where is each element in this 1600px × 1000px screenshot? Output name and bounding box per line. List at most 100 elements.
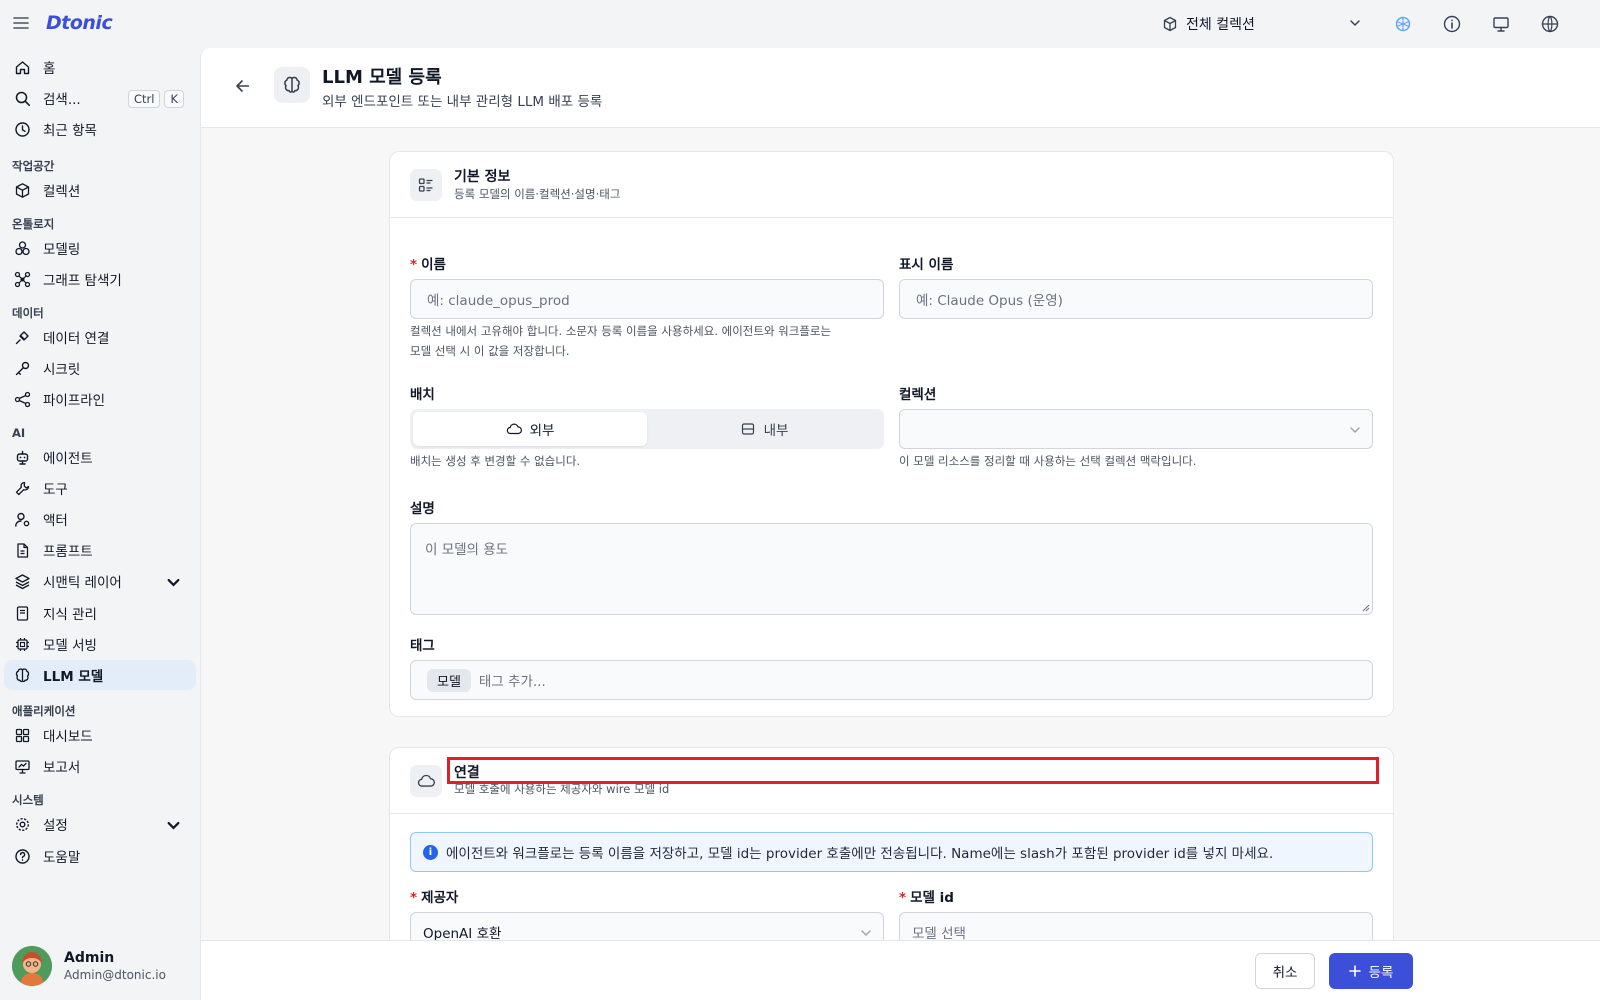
info-banner-text: 에이전트와 워크플로는 등록 이름을 저장하고, 모델 id는 provider…: [446, 846, 1274, 862]
sidebar-item-label: 검색...: [43, 92, 81, 108]
sidebar-item-label: 시크릿: [43, 362, 81, 378]
sidebar-item-graph-explorer[interactable]: 그래프 탐색기: [4, 264, 196, 294]
main-content: LLM 모델 등록 외부 엔드포인트 또는 내부 관리형 LLM 배포 등록 기…: [200, 48, 1600, 1000]
sidebar-item-tools[interactable]: 도구: [4, 473, 196, 503]
info-icon: i: [423, 844, 438, 860]
cube-icon: [1163, 16, 1177, 32]
shortcut-key-k: K: [164, 90, 185, 108]
sidebar-item-label: LLM 모델: [43, 669, 104, 685]
sidebar-item-label: 그래프 탐색기: [43, 273, 122, 289]
deployment-toggle: 외부 내부: [410, 409, 884, 449]
sidebar-item-label: 대시보드: [43, 729, 93, 745]
section-ontology: 온톨로지: [12, 217, 55, 231]
sidebar-item-label: 홈: [43, 61, 56, 77]
collection-select[interactable]: [899, 409, 1373, 449]
sidebar-item-dashboard[interactable]: 대시보드: [4, 720, 196, 750]
resize-handle-icon[interactable]: [1361, 603, 1370, 612]
sidebar-item-recent[interactable]: 최근 항목: [4, 114, 196, 144]
deployment-help: 배치는 생성 후 변경할 수 없습니다.: [410, 454, 581, 468]
name-label: * 이름: [410, 257, 446, 273]
document-icon: [17, 542, 29, 558]
arrow-left-icon[interactable]: [233, 76, 253, 96]
description-textarea[interactable]: 이 모델의 용도: [410, 523, 1373, 615]
sidebar-item-report[interactable]: 보고서: [4, 751, 196, 781]
sidebar-item-model-serving[interactable]: 모델 서빙: [4, 629, 196, 659]
shortcut-key-ctrl: Ctrl: [128, 90, 161, 108]
top-bar: Dtonic 전체 컬렉션: [0, 0, 1600, 48]
card-subtitle: 등록 모델의 이름·컬렉션·설명·태그: [454, 187, 621, 201]
user-email: Admin@dtonic.io: [64, 968, 166, 982]
sidebar-item-label: 설정: [43, 818, 68, 834]
model-id-label: * 모델 id: [899, 890, 954, 906]
form-footer: 취소 등록: [201, 940, 1600, 1000]
header-brain-icon: [274, 67, 310, 103]
cancel-button[interactable]: 취소: [1255, 953, 1315, 989]
section-workspace: 작업공간: [12, 159, 55, 173]
sidebar-item-home[interactable]: 홈: [4, 52, 196, 82]
submit-button[interactable]: 등록: [1329, 953, 1413, 989]
user-profile[interactable]: Admin Admin@dtonic.io: [12, 946, 166, 986]
collection-selector-label: 전체 컬렉션: [1186, 17, 1255, 33]
chevron-down-icon: [861, 930, 871, 936]
sidebar-item-knowledge[interactable]: 지식 관리: [4, 598, 196, 628]
sidebar-item-label: 지식 관리: [43, 607, 97, 623]
book-icon: [16, 605, 29, 621]
sidebar-item-agent[interactable]: 에이전트: [4, 442, 196, 472]
llm-brain-icon[interactable]: [1393, 14, 1413, 34]
menu-icon[interactable]: [12, 14, 30, 32]
chip-icon: [16, 637, 29, 651]
deployment-label: 배치: [410, 387, 435, 403]
name-input[interactable]: 예: claude_opus_prod: [410, 279, 884, 319]
avatar: [12, 946, 52, 986]
form-list-icon: [410, 169, 442, 201]
avatar-illustration: [12, 946, 52, 986]
sidebar-item-prompt[interactable]: 프롬프트: [4, 535, 196, 565]
graph-icon: [14, 271, 31, 287]
sidebar-item-collections[interactable]: 컬렉션: [4, 175, 196, 205]
tag-chip[interactable]: 모델: [427, 668, 471, 692]
section-ai: AI: [12, 426, 26, 440]
tags-input[interactable]: 모델 태그 추가...: [410, 660, 1373, 700]
provider-label: * 제공자: [410, 890, 459, 906]
monitor-icon[interactable]: [1491, 14, 1511, 34]
info-icon[interactable]: [1442, 14, 1462, 34]
deployment-external-option[interactable]: 외부: [413, 412, 647, 446]
cube-icon: [15, 182, 30, 198]
tags-label: 태그: [410, 638, 435, 654]
section-data: 데이터: [12, 306, 44, 320]
sidebar-item-llm-models[interactable]: LLM 모델: [4, 660, 196, 690]
sidebar: 홈 검색... Ctrl K 최근 항목 작업공간 컬렉션 온톨로지 모델링 그…: [0, 48, 200, 1000]
layers-icon: [15, 573, 30, 589]
info-banner: i 에이전트와 워크플로는 등록 이름을 저장하고, 모델 id는 provid…: [410, 832, 1373, 872]
sidebar-item-data-connection[interactable]: 데이터 연결: [4, 322, 196, 352]
circles-icon: [15, 240, 30, 255]
collection-selector[interactable]: 전체 컬렉션: [1162, 10, 1362, 38]
highlight-box: [447, 757, 1379, 784]
plug-icon: [15, 330, 29, 344]
sidebar-item-pipeline[interactable]: 파이프라인: [4, 384, 196, 414]
sidebar-item-label: 파이프라인: [43, 393, 106, 409]
question-circle-icon: [15, 848, 30, 864]
display-name-label: 표시 이름: [899, 257, 954, 273]
sidebar-item-settings[interactable]: 설정: [4, 809, 196, 839]
sidebar-item-actor[interactable]: 액터: [4, 504, 196, 534]
sidebar-item-semantic-layer[interactable]: 시맨틱 레이어: [4, 566, 196, 596]
globe-icon[interactable]: [1540, 14, 1560, 34]
cloud-icon: [506, 423, 522, 435]
sidebar-item-label: 모델 서빙: [43, 638, 97, 654]
plus-icon: [1348, 965, 1361, 977]
sidebar-item-label: 최근 항목: [43, 123, 97, 139]
display-name-input[interactable]: 예: Claude Opus (운영): [899, 279, 1373, 319]
share-nodes-icon: [14, 391, 31, 407]
sidebar-item-help[interactable]: 도움말: [4, 841, 196, 871]
sidebar-item-secrets[interactable]: 시크릿: [4, 353, 196, 383]
sidebar-item-label: 시맨틱 레이어: [43, 575, 122, 591]
app-logo[interactable]: Dtonic: [46, 12, 113, 34]
presentation-chart-icon: [15, 759, 30, 774]
sidebar-item-modeling[interactable]: 모델링: [4, 233, 196, 263]
deployment-internal-option[interactable]: 내부: [647, 412, 881, 446]
wrench-icon: [15, 481, 30, 495]
basic-info-card: 기본 정보 등록 모델의 이름·컬렉션·설명·태그 * 이름 예: claude_…: [389, 151, 1394, 717]
required-marker: *: [410, 257, 418, 273]
home-icon: [15, 60, 30, 74]
